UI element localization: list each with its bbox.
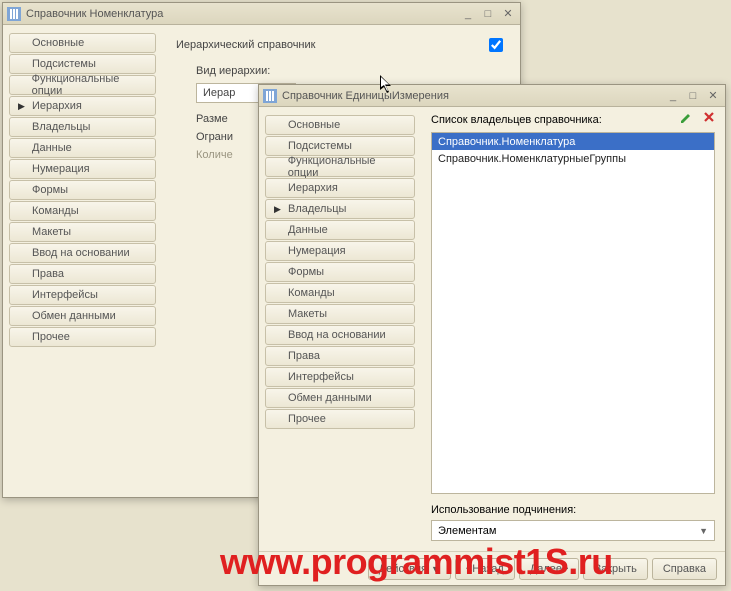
nav-item[interactable]: Иерархия bbox=[265, 178, 415, 198]
nav-item[interactable]: Права bbox=[265, 346, 415, 366]
owners-panel: Список владельцев справочника: Справочни… bbox=[421, 107, 725, 551]
nav-item[interactable]: Интерфейсы bbox=[265, 367, 415, 387]
close-button[interactable]: ✕ bbox=[705, 89, 721, 103]
window-title: Справочник Номенклатура bbox=[26, 8, 460, 20]
nav-item[interactable]: Основные bbox=[265, 115, 415, 135]
nav-item[interactable]: Ввод на основании bbox=[265, 325, 415, 345]
nav-item[interactable]: ▶ Владельцы bbox=[265, 199, 415, 219]
nav-item[interactable]: Владельцы bbox=[9, 117, 156, 137]
nav-item[interactable]: Обмен данными bbox=[9, 306, 156, 326]
nav-item-label: Владельцы bbox=[288, 203, 346, 215]
nav-item[interactable]: Данные bbox=[9, 138, 156, 158]
nav-item-label: Макеты bbox=[288, 308, 327, 320]
watermark-text: www.programmist1S.ru bbox=[220, 541, 613, 583]
nav-item-label: Функциональные опции bbox=[288, 155, 406, 179]
titlebar[interactable]: Справочник ЕдиницыИзмерения _ □ ✕ bbox=[259, 85, 725, 107]
nav-item-label: Иерархия bbox=[32, 100, 82, 112]
nav-item-label: Интерфейсы bbox=[288, 371, 354, 383]
nav-item-label: Макеты bbox=[32, 226, 71, 238]
nav-item-label: Интерфейсы bbox=[32, 289, 98, 301]
owners-listbox[interactable]: Справочник.НоменклатураСправочник.Номенк… bbox=[431, 132, 715, 494]
help-button[interactable]: Справка bbox=[652, 558, 717, 580]
nav-item-label: Иерархия bbox=[288, 182, 338, 194]
nav-panel: Основные Подсистемы Функциональные опции ▶ И… bbox=[3, 25, 162, 469]
subordination-label: Использование подчинения: bbox=[431, 504, 576, 516]
list-item[interactable]: Справочник.НоменклатурныеГруппы bbox=[432, 150, 714, 167]
nav-item-label: Ввод на основании bbox=[288, 329, 386, 341]
nav-item[interactable]: Нумерация bbox=[265, 241, 415, 261]
close-button[interactable]: ✕ bbox=[500, 7, 516, 21]
nav-panel: Основные Подсистемы Функциональные опции Ие… bbox=[259, 107, 421, 551]
nav-item-label: Ввод на основании bbox=[32, 247, 130, 259]
nav-item[interactable]: Права bbox=[9, 264, 156, 284]
chevron-down-icon: ▼ bbox=[699, 526, 708, 536]
app-icon bbox=[7, 7, 21, 21]
nav-item[interactable]: Подсистемы bbox=[9, 54, 156, 74]
hierarchical-label: Иерархический справочник bbox=[176, 39, 315, 51]
window-controls: _ □ ✕ bbox=[665, 89, 721, 103]
nav-item[interactable]: Нумерация bbox=[9, 159, 156, 179]
nav-item[interactable]: Основные bbox=[9, 33, 156, 53]
window-controls: _ □ ✕ bbox=[460, 7, 516, 21]
window-title: Справочник ЕдиницыИзмерения bbox=[282, 90, 665, 102]
nav-item-label: Обмен данными bbox=[32, 310, 116, 322]
nav-item[interactable]: Обмен данными bbox=[265, 388, 415, 408]
subordination-combo[interactable]: Элементам ▼ bbox=[431, 520, 715, 541]
nav-item[interactable]: Команды bbox=[265, 283, 415, 303]
nav-item[interactable]: Прочее bbox=[9, 327, 156, 347]
edit-icon[interactable] bbox=[679, 111, 693, 128]
nav-item-label: Данные bbox=[32, 142, 72, 154]
nav-item-label: Команды bbox=[288, 287, 335, 299]
nav-item-label: Функциональные опции bbox=[32, 73, 147, 97]
vid-ierarhii-label: Вид иерархии: bbox=[196, 65, 506, 77]
nav-item-label: Права bbox=[32, 268, 64, 280]
nav-item[interactable]: Прочее bbox=[265, 409, 415, 429]
nav-item[interactable]: Функциональные опции bbox=[265, 157, 415, 177]
nav-item[interactable]: Формы bbox=[9, 180, 156, 200]
nav-item[interactable]: Команды bbox=[9, 201, 156, 221]
window-spravochnik-edinitsy: Справочник ЕдиницыИзмерения _ □ ✕ Основн… bbox=[258, 84, 726, 586]
nav-item-label: Права bbox=[288, 350, 320, 362]
minimize-button[interactable]: _ bbox=[460, 7, 476, 21]
delete-icon[interactable] bbox=[703, 111, 715, 128]
list-item[interactable]: Справочник.Номенклатура bbox=[432, 133, 714, 150]
chevron-right-icon: ▶ bbox=[274, 204, 282, 215]
nav-item-label: Нумерация bbox=[32, 163, 90, 175]
nav-item-label: Команды bbox=[32, 205, 79, 217]
nav-item-label: Формы bbox=[288, 266, 324, 278]
nav-item[interactable]: Формы bbox=[265, 262, 415, 282]
nav-item[interactable]: Ввод на основании bbox=[9, 243, 156, 263]
maximize-button[interactable]: □ bbox=[685, 89, 701, 103]
nav-item-label: Основные bbox=[288, 119, 340, 131]
titlebar[interactable]: Справочник Номенклатура _ □ ✕ bbox=[3, 3, 520, 25]
app-icon bbox=[263, 89, 277, 103]
nav-item-label: Прочее bbox=[32, 331, 70, 343]
nav-item[interactable]: Подсистемы bbox=[265, 136, 415, 156]
nav-item-label: Прочее bbox=[288, 413, 326, 425]
nav-item-label: Основные bbox=[32, 37, 84, 49]
nav-item[interactable]: Макеты bbox=[265, 304, 415, 324]
nav-item[interactable]: Интерфейсы bbox=[9, 285, 156, 305]
nav-item-label: Владельцы bbox=[32, 121, 90, 133]
nav-item-label: Данные bbox=[288, 224, 328, 236]
nav-item-label: Формы bbox=[32, 184, 68, 196]
nav-item-label: Подсистемы bbox=[288, 140, 352, 152]
hierarchical-checkbox[interactable] bbox=[489, 38, 503, 52]
nav-item[interactable]: ▶ Иерархия bbox=[9, 96, 156, 116]
nav-item-label: Подсистемы bbox=[32, 58, 96, 70]
nav-item[interactable]: Данные bbox=[265, 220, 415, 240]
chevron-right-icon: ▶ bbox=[18, 101, 26, 112]
minimize-button[interactable]: _ bbox=[665, 89, 681, 103]
nav-item[interactable]: Макеты bbox=[9, 222, 156, 242]
nav-item[interactable]: Функциональные опции bbox=[9, 75, 156, 95]
maximize-button[interactable]: □ bbox=[480, 7, 496, 21]
nav-item-label: Обмен данными bbox=[288, 392, 372, 404]
nav-item-label: Нумерация bbox=[288, 245, 346, 257]
owners-header-label: Список владельцев справочника: bbox=[431, 114, 602, 126]
